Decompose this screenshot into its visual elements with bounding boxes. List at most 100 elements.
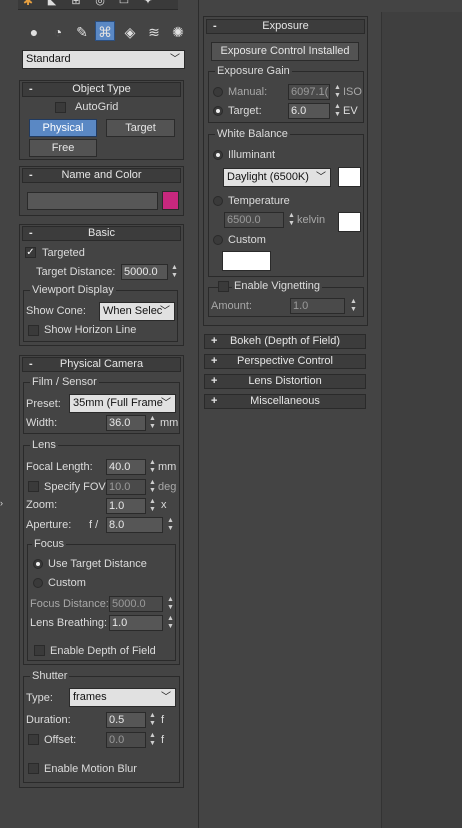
name-color-title: Name and Color	[61, 169, 142, 181]
temperature-radio[interactable]	[213, 196, 223, 206]
illuminant-dropdown[interactable]: Daylight (6500K) ﹀	[223, 168, 331, 187]
shutter-type-value: frames	[73, 691, 107, 703]
preset-dropdown[interactable]: 35mm (Full Frame ﹀	[69, 394, 176, 413]
illuminant-radio[interactable]	[213, 150, 223, 160]
type-label: Type:	[26, 692, 53, 704]
amount-field[interactable]: 1.0	[290, 298, 345, 314]
physical-button[interactable]: Physical	[29, 119, 97, 137]
amount-spinner-icon[interactable]: ▲ ▼	[349, 298, 358, 314]
chevron-down-icon: ﹀	[170, 54, 180, 65]
illuminant-value: Daylight (6500K)	[227, 171, 309, 183]
temperature-color-swatch[interactable]	[338, 212, 361, 232]
target-ev-spinner-icon[interactable]: ▲ ▼	[333, 103, 342, 119]
zoom-field[interactable]: 1.0	[106, 498, 146, 514]
zoom-spinner-icon[interactable]: ▲ ▼	[148, 498, 157, 514]
bokeh-rollout-header[interactable]: + Bokeh (Depth of Field)	[204, 334, 366, 349]
aperture-prefix: f /	[89, 519, 99, 531]
target-distance-field[interactable]: 5000.0	[121, 264, 168, 280]
fov-spinner-icon[interactable]: ▲ ▼	[148, 479, 157, 495]
focus-distance-field[interactable]: 5000.0	[109, 596, 163, 612]
hierarchy-tab-icon[interactable]: ⊞	[66, 0, 86, 10]
collapse-arrow-icon[interactable]: ›	[0, 498, 6, 508]
exposure-header[interactable]: - Exposure	[206, 19, 365, 34]
manual-label: Manual:	[228, 86, 268, 98]
free-button[interactable]: Free	[29, 139, 97, 157]
lights-icon[interactable]: ✎	[72, 22, 92, 42]
offset-field[interactable]: 0.0	[106, 732, 146, 748]
enable-motion-blur-checkbox[interactable]	[28, 763, 39, 774]
manual-radio[interactable]	[213, 87, 223, 97]
autogrid-checkbox[interactable]	[55, 102, 66, 113]
name-color-header[interactable]: - Name and Color	[22, 168, 181, 183]
physical-camera-header[interactable]: - Physical Camera	[22, 357, 181, 372]
expand-icon: +	[211, 355, 218, 367]
duration-field[interactable]: 0.5	[106, 712, 146, 728]
exposure-control-installed-button[interactable]: Exposure Control Installed	[211, 42, 359, 61]
focal-length-field[interactable]: 40.0	[106, 459, 146, 475]
manual-iso-field[interactable]: 6097.1(	[288, 84, 330, 100]
shutter-type-dropdown[interactable]: frames ﹀	[69, 688, 176, 707]
lens-label: Lens	[30, 439, 58, 451]
target-distance-spinner-icon[interactable]: ▲ ▼	[170, 264, 179, 280]
geometry-sphere-icon[interactable]: ●	[24, 22, 44, 42]
custom-wb-color-swatch[interactable]	[222, 251, 271, 271]
aperture-field[interactable]: 8.0	[106, 517, 163, 533]
expand-icon: +	[211, 335, 218, 347]
target-ev-radio[interactable]	[213, 106, 223, 116]
enable-vignetting-checkbox[interactable]	[218, 281, 229, 292]
utilities-tab-icon[interactable]: ✦	[138, 0, 158, 10]
fov-field[interactable]: 10.0	[106, 479, 146, 495]
focal-length-spinner-icon[interactable]: ▲ ▼	[148, 459, 157, 475]
enable-dof-checkbox[interactable]	[34, 645, 45, 656]
specify-fov-checkbox[interactable]	[28, 481, 39, 492]
custom-focus-radio[interactable]	[33, 578, 43, 588]
motion-tab-icon[interactable]: ◎	[90, 0, 110, 10]
use-target-distance-radio[interactable]	[33, 559, 43, 569]
object-color-swatch[interactable]	[162, 191, 179, 210]
targeted-checkbox[interactable]: ✓	[25, 247, 36, 258]
show-cone-label: Show Cone:	[26, 305, 86, 317]
offset-spinner-icon[interactable]: ▲ ▼	[148, 732, 157, 748]
use-target-distance-label: Use Target Distance	[48, 558, 147, 570]
helpers-icon[interactable]: ◈	[120, 22, 140, 42]
spacewarps-icon[interactable]: ≋	[144, 22, 164, 42]
lens-breathing-spinner-icon[interactable]: ▲ ▼	[166, 615, 175, 631]
create-tab-icon[interactable]: ✱	[18, 0, 38, 10]
category-dropdown[interactable]: Standard ﹀	[22, 50, 185, 69]
custom-focus-label: Custom	[48, 577, 86, 589]
temperature-field[interactable]: 6500.0	[224, 212, 284, 228]
preset-value: 35mm (Full Frame	[73, 397, 163, 409]
width-field[interactable]: 36.0	[106, 415, 146, 431]
perspective-control-header[interactable]: + Perspective Control	[204, 354, 366, 369]
offset-label: Offset:	[44, 734, 77, 746]
basic-header[interactable]: - Basic	[22, 226, 181, 241]
illuminant-color-swatch[interactable]	[338, 167, 361, 187]
collapse-icon: -	[29, 227, 33, 239]
custom-wb-radio[interactable]	[213, 235, 223, 245]
aperture-spinner-icon[interactable]: ▲ ▼	[166, 517, 175, 533]
chevron-down-icon: ﹀	[160, 306, 170, 317]
target-button[interactable]: Target	[106, 119, 175, 137]
duration-spinner-icon[interactable]: ▲ ▼	[148, 712, 157, 728]
systems-icon[interactable]: ✺	[168, 22, 188, 42]
miscellaneous-header[interactable]: + Miscellaneous	[204, 394, 366, 409]
shapes-icon[interactable]: ◔	[48, 22, 68, 42]
modify-tab-icon[interactable]: ◣	[42, 0, 62, 10]
collapse-icon: -	[29, 83, 33, 95]
lens-distortion-header[interactable]: + Lens Distortion	[204, 374, 366, 389]
offset-checkbox[interactable]	[28, 734, 39, 745]
temperature-spinner-icon[interactable]: ▲ ▼	[287, 212, 296, 228]
manual-iso-spinner-icon[interactable]: ▲ ▼	[333, 84, 342, 100]
object-name-field[interactable]	[27, 192, 158, 210]
lens-breathing-field[interactable]: 1.0	[109, 615, 163, 631]
cameras-icon[interactable]: ⌘	[95, 21, 115, 41]
display-tab-icon[interactable]: ▭	[114, 0, 134, 10]
focus-distance-spinner-icon[interactable]: ▲ ▼	[166, 596, 175, 612]
show-cone-dropdown[interactable]: When Selec ﹀	[99, 302, 175, 321]
show-horizon-checkbox[interactable]	[28, 325, 39, 336]
width-spinner-icon[interactable]: ▲ ▼	[148, 415, 157, 431]
object-type-header[interactable]: - Object Type	[22, 82, 181, 97]
panel-divider	[198, 0, 199, 828]
focal-length-unit: mm	[158, 461, 177, 473]
target-ev-field[interactable]: 6.0	[288, 103, 330, 119]
